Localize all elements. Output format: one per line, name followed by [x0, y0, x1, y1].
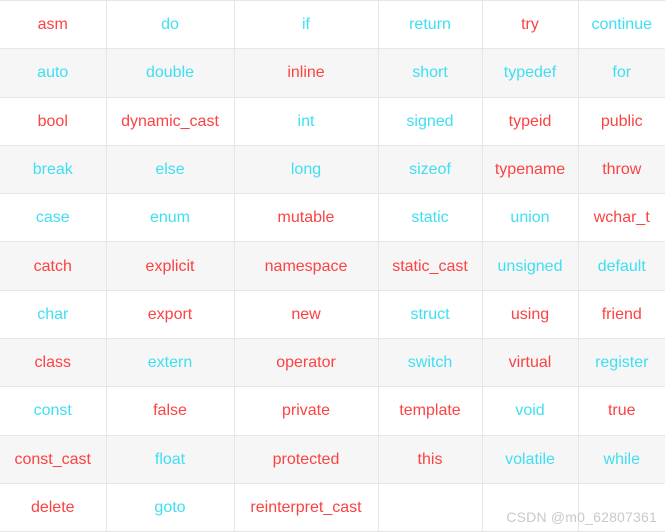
keyword-cell: protected — [234, 435, 379, 484]
keyword-cell: false — [106, 386, 235, 436]
keyword-cell: private — [234, 386, 379, 436]
keyword-cell: break — [0, 145, 107, 195]
keyword-cell: inline — [234, 48, 379, 98]
page-root: asm do if return try continue auto double inline… — [0, 0, 665, 532]
keyword-cell: public — [578, 97, 665, 146]
keyword-cell-empty — [378, 483, 483, 532]
table-row: char export new struct using friend — [0, 290, 665, 340]
keyword-cell: const_cast — [0, 435, 107, 484]
keyword-cell: static_cast — [378, 241, 483, 291]
cpp-keywords-table-body: asm do if return try continue auto double inline… — [0, 0, 665, 532]
table-row: break else long sizeof typename throw — [0, 145, 665, 195]
table-row: const false private template void true — [0, 386, 665, 436]
keyword-cell: dynamic_cast — [106, 97, 235, 146]
table-row: const_cast float protected this volatile whil… — [0, 435, 665, 484]
keyword-cell: while — [578, 435, 665, 484]
table-row: asm do if return try continue — [0, 0, 665, 50]
keyword-cell: else — [106, 145, 235, 195]
keyword-cell: sizeof — [378, 145, 483, 195]
keyword-cell: friend — [578, 290, 665, 340]
keyword-cell: return — [378, 0, 483, 50]
keyword-cell: namespace — [234, 241, 379, 291]
keyword-cell: template — [378, 386, 483, 436]
keyword-cell: volatile — [482, 435, 579, 484]
table-row: catch explicit namespace static_cast unsigne… — [0, 241, 665, 291]
keyword-cell: struct — [378, 290, 483, 340]
keyword-cell: asm — [0, 0, 107, 50]
keyword-cell: default — [578, 241, 665, 291]
keyword-cell: explicit — [106, 241, 235, 291]
keyword-cell-empty — [578, 483, 665, 532]
keyword-cell: catch — [0, 241, 107, 291]
keyword-cell: export — [106, 290, 235, 340]
keyword-cell: typedef — [482, 48, 579, 98]
keyword-cell: extern — [106, 338, 235, 388]
keyword-cell: using — [482, 290, 579, 340]
keyword-cell: signed — [378, 97, 483, 146]
keyword-cell: int — [234, 97, 379, 146]
keyword-cell: char — [0, 290, 107, 340]
keyword-cell: delete — [0, 483, 107, 532]
keyword-cell: operator — [234, 338, 379, 388]
keyword-cell: union — [482, 193, 579, 243]
keyword-cell: if — [234, 0, 379, 50]
keyword-cell: for — [578, 48, 665, 98]
keyword-cell: mutable — [234, 193, 379, 243]
keyword-cell: wchar_t — [578, 193, 665, 243]
keyword-cell: do — [106, 0, 235, 50]
keyword-cell: unsigned — [482, 241, 579, 291]
keyword-cell: true — [578, 386, 665, 436]
keyword-cell: register — [578, 338, 665, 388]
keyword-cell: const — [0, 386, 107, 436]
table-row: case enum mutable static union wchar_t — [0, 193, 665, 243]
keyword-cell: case — [0, 193, 107, 243]
keyword-cell: static — [378, 193, 483, 243]
keyword-cell: short — [378, 48, 483, 98]
keyword-cell: float — [106, 435, 235, 484]
keyword-cell: try — [482, 0, 579, 50]
keyword-cell: this — [378, 435, 483, 484]
table-row: auto double inline short typedef for — [0, 48, 665, 98]
keyword-cell: double — [106, 48, 235, 98]
keyword-cell: switch — [378, 338, 483, 388]
table-row: class extern operator switch virtual register — [0, 338, 665, 388]
table-row: bool dynamic_cast int signed typeid public — [0, 97, 665, 146]
keyword-cell: class — [0, 338, 107, 388]
keyword-cell: virtual — [482, 338, 579, 388]
keyword-cell: goto — [106, 483, 235, 532]
keyword-cell: void — [482, 386, 579, 436]
keyword-cell-empty — [482, 483, 579, 532]
keyword-cell: enum — [106, 193, 235, 243]
table-row: delete goto reinterpret_cast — [0, 483, 665, 532]
keyword-cell: new — [234, 290, 379, 340]
keyword-cell: typename — [482, 145, 579, 195]
keyword-cell: continue — [578, 0, 665, 50]
keyword-cell: long — [234, 145, 379, 195]
keyword-cell: typeid — [482, 97, 579, 146]
keyword-cell: bool — [0, 97, 107, 146]
cpp-keywords-table: asm do if return try continue auto double inline… — [0, 0, 665, 532]
keyword-cell: reinterpret_cast — [234, 483, 379, 532]
keyword-cell: throw — [578, 145, 665, 195]
keyword-cell: auto — [0, 48, 107, 98]
